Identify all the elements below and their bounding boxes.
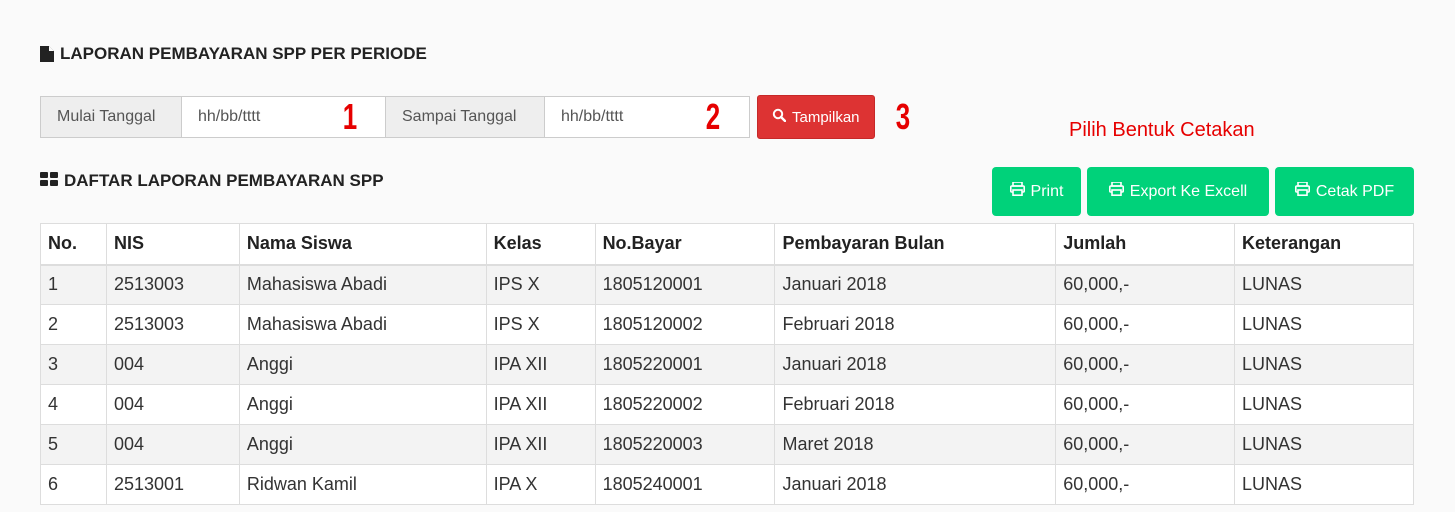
- table-cell: Maret 2018: [774, 424, 1057, 465]
- table-cell: 1805220001: [594, 344, 776, 385]
- end-date-group: Sampai Tanggal 2: [386, 96, 750, 138]
- marker-1: 1: [342, 96, 358, 137]
- table-cell: Januari 2018: [774, 464, 1057, 505]
- filter-row: Mulai Tanggal 1 Sampai Tanggal 2 Tampilk…: [40, 95, 913, 139]
- table-row: 6 2513001 Ridwan Kamil IPA X 1805240001 …: [40, 464, 1414, 505]
- table-cell: IPA XII: [485, 424, 596, 465]
- table-row: 4 004 Anggi IPA XII 1805220002 Februari …: [40, 384, 1414, 425]
- table-cell: IPS X: [485, 264, 596, 305]
- column-header: NIS: [105, 223, 240, 266]
- marker-2: 2: [705, 96, 721, 137]
- report-title-text: LAPORAN PEMBAYARAN SPP PER PERIODE: [60, 44, 427, 63]
- table-cell: IPA XII: [485, 344, 596, 385]
- table-cell: 60,000,-: [1055, 384, 1236, 425]
- table-cell: 60,000,-: [1055, 304, 1236, 345]
- table-cell: LUNAS: [1234, 344, 1414, 385]
- printer-icon: [1294, 181, 1310, 201]
- table-row: 1 2513003 Mahasiswa Abadi IPS X 18051200…: [40, 264, 1414, 305]
- table-cell: 2513001: [105, 464, 240, 505]
- column-header: Jumlah: [1055, 223, 1236, 266]
- table-row: 2 2513003 Mahasiswa Abadi IPS X 18051200…: [40, 304, 1414, 345]
- table-cell: 1: [40, 264, 107, 305]
- marker-3: 3: [895, 96, 910, 137]
- list-title-text: DAFTAR LAPORAN PEMBAYARAN SPP: [64, 171, 384, 190]
- column-header: Nama Siswa: [238, 223, 487, 266]
- table-cell: 004: [105, 344, 240, 385]
- table-cell: Mahasiswa Abadi: [238, 264, 487, 305]
- report-title: LAPORAN PEMBAYARAN SPP PER PERIODE: [40, 44, 427, 64]
- start-date-label: Mulai Tanggal: [41, 97, 182, 137]
- table-header-row: No. NIS Nama Siswa Kelas No.Bayar Pembay…: [40, 223, 1414, 266]
- table-cell: 1805120001: [594, 264, 776, 305]
- end-date-input[interactable]: [545, 97, 697, 137]
- table-cell: 5: [40, 424, 107, 465]
- column-header: No.Bayar: [594, 223, 776, 266]
- search-icon: [772, 108, 787, 126]
- table-row: 3 004 Anggi IPA XII 1805220001 Januari 2…: [40, 344, 1414, 385]
- table-cell: LUNAS: [1234, 304, 1414, 345]
- column-header: Kelas: [485, 223, 596, 266]
- table-cell: Januari 2018: [774, 264, 1057, 305]
- table-cell: 6: [40, 464, 107, 505]
- table-cell: Ridwan Kamil: [238, 464, 487, 505]
- list-title: DAFTAR LAPORAN PEMBAYARAN SPP: [40, 171, 384, 191]
- table-cell: Januari 2018: [774, 344, 1057, 385]
- table-cell: LUNAS: [1234, 464, 1414, 505]
- table-row: 5 004 Anggi IPA XII 1805220003 Maret 201…: [40, 424, 1414, 465]
- column-header: Keterangan: [1234, 223, 1414, 266]
- table-cell: LUNAS: [1234, 264, 1414, 305]
- printer-icon: [1009, 181, 1025, 201]
- table-cell: Februari 2018: [774, 384, 1057, 425]
- start-date-group: Mulai Tanggal 1: [40, 96, 386, 138]
- print-button-label: Print: [1030, 182, 1064, 200]
- table-cell: 004: [105, 424, 240, 465]
- table-cell: 60,000,-: [1055, 424, 1236, 465]
- table-cell: 4: [40, 384, 107, 425]
- table-cell: IPS X: [485, 304, 596, 345]
- column-header: No.: [40, 223, 107, 266]
- table-cell: Anggi: [238, 384, 487, 425]
- table-cell: 004: [105, 384, 240, 425]
- table-cell: Februari 2018: [774, 304, 1057, 345]
- grid-icon: [40, 171, 58, 191]
- table-cell: IPA X: [485, 464, 596, 505]
- file-icon: [40, 46, 54, 62]
- table-cell: 1805240001: [594, 464, 776, 505]
- table-cell: 60,000,-: [1055, 344, 1236, 385]
- table-cell: Anggi: [238, 344, 487, 385]
- payment-report-table: No. NIS Nama Siswa Kelas No.Bayar Pembay…: [40, 223, 1414, 505]
- show-button-label: Tampilkan: [792, 108, 860, 126]
- table-cell: Anggi: [238, 424, 487, 465]
- end-date-label: Sampai Tanggal: [386, 97, 545, 137]
- table-cell: 1805120002: [594, 304, 776, 345]
- column-header: Pembayaran Bulan: [774, 223, 1057, 266]
- table-cell: LUNAS: [1234, 424, 1414, 465]
- table-cell: IPA XII: [485, 384, 596, 425]
- table-cell: 2: [40, 304, 107, 345]
- print-button[interactable]: Print: [992, 167, 1081, 216]
- table-cell: 3: [40, 344, 107, 385]
- printer-icon: [1108, 181, 1124, 201]
- table-cell: 60,000,-: [1055, 464, 1236, 505]
- cetak-pdf-button-label: Cetak PDF: [1315, 182, 1395, 200]
- export-excel-button[interactable]: Export Ke Excell: [1087, 167, 1269, 216]
- table-cell: 2513003: [105, 304, 240, 345]
- export-excel-button-label: Export Ke Excell: [1129, 182, 1248, 200]
- table-cell: 1805220003: [594, 424, 776, 465]
- table-cell: 60,000,-: [1055, 264, 1236, 305]
- cetak-pdf-button[interactable]: Cetak PDF: [1275, 167, 1414, 216]
- show-button[interactable]: Tampilkan: [757, 95, 875, 139]
- table-cell: LUNAS: [1234, 384, 1414, 425]
- start-date-input[interactable]: [182, 97, 334, 137]
- table-cell: 1805220002: [594, 384, 776, 425]
- table-cell: Mahasiswa Abadi: [238, 304, 487, 345]
- print-format-hint: Pilih Bentuk Cetakan: [1069, 119, 1255, 141]
- table-cell: 2513003: [105, 264, 240, 305]
